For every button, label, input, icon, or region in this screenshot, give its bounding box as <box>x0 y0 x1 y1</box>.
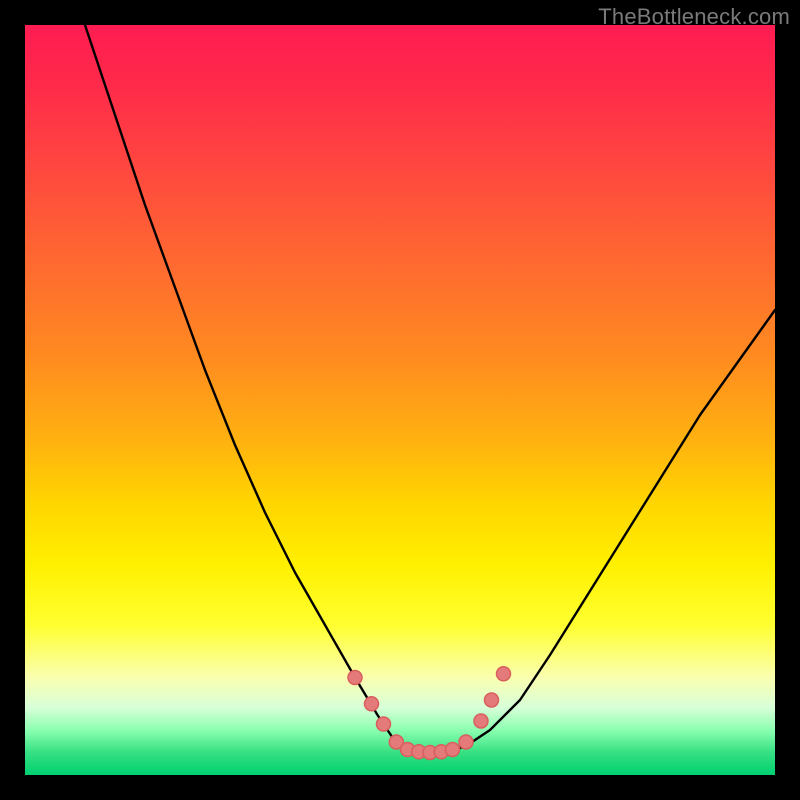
curve-marker-1 <box>365 697 379 711</box>
plot-area <box>25 25 775 775</box>
curve-marker-10 <box>474 714 488 728</box>
curve-marker-8 <box>446 743 460 757</box>
bottleneck-curve <box>85 25 775 753</box>
curve-marker-12 <box>497 667 511 681</box>
curve-layer <box>25 25 775 775</box>
chart-stage: TheBottleneck.com <box>0 0 800 800</box>
curve-markers <box>348 667 511 760</box>
curve-marker-11 <box>485 693 499 707</box>
curve-marker-9 <box>459 735 473 749</box>
curve-marker-0 <box>348 671 362 685</box>
curve-marker-2 <box>377 717 391 731</box>
